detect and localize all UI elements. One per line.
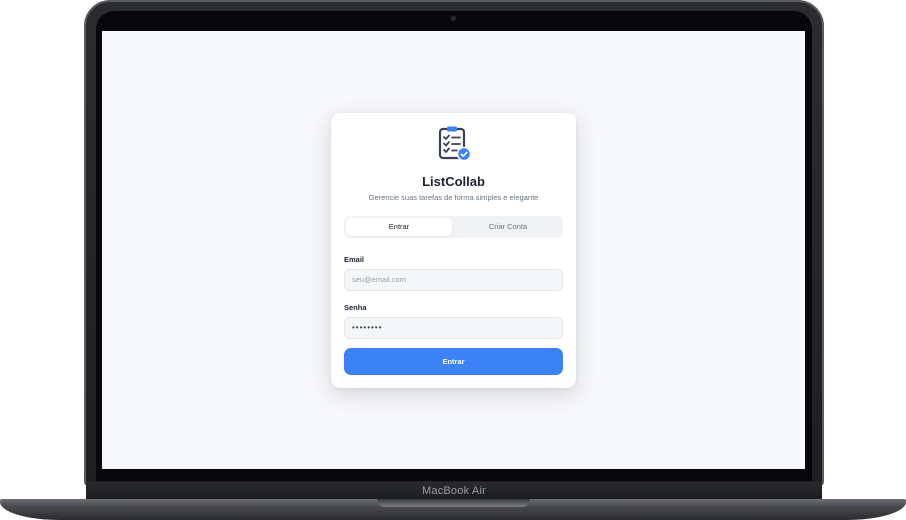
tab-entrar[interactable]: Entrar (346, 218, 452, 236)
camera-icon (451, 16, 456, 21)
login-button[interactable]: Entrar (344, 348, 563, 375)
password-label: Senha (344, 303, 367, 312)
check-badge-icon (456, 146, 472, 162)
app-subtitle: Gerencie suas tarefas de forma simples e… (368, 193, 539, 202)
email-label: Email (344, 255, 365, 264)
password-field[interactable]: •••••••• (344, 317, 563, 339)
auth-tabs: Entrar Criar Conta (344, 216, 563, 238)
app-title: ListCollab (422, 174, 485, 189)
login-card: ListCollab Gerencie suas tarefas de form… (331, 113, 576, 388)
tab-criar-conta[interactable]: Criar Conta (455, 218, 561, 236)
app-screen: ListCollab Gerencie suas tarefas de form… (102, 31, 805, 469)
clipboard-checklist-icon (435, 125, 473, 163)
email-field[interactable]: seu@email.com (344, 269, 563, 291)
laptop-hinge-notch (377, 499, 530, 507)
device-label: MacBook Air (422, 485, 486, 497)
